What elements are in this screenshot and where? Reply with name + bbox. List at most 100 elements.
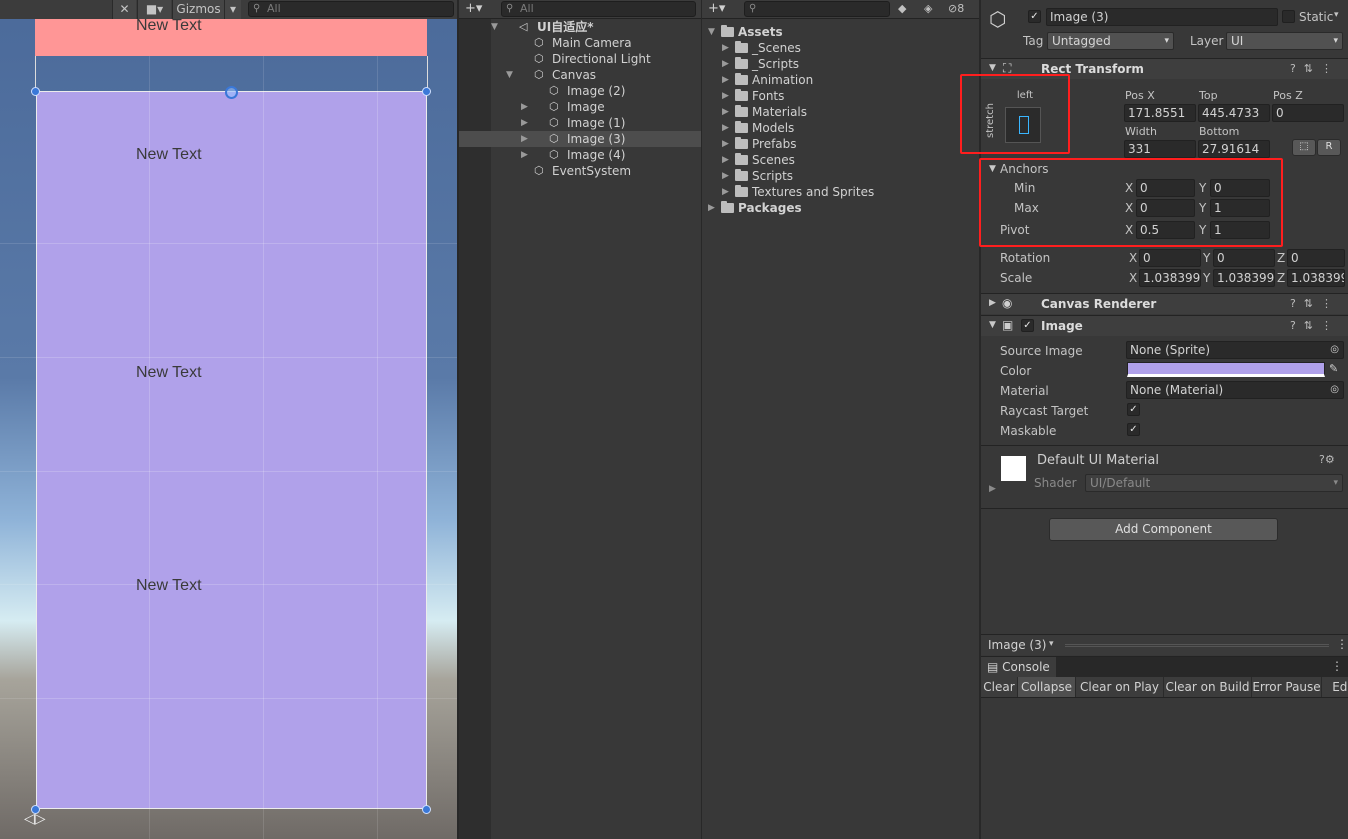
eyedropper-icon[interactable]: ✎ [1329,362,1338,375]
filter-type-icon[interactable]: ◆ [898,2,906,15]
console-clear-on-build-button[interactable]: Clear on Build [1164,677,1252,697]
material-field[interactable]: None (Material) ◎ [1126,381,1344,399]
scene-view[interactable]: ✕ ■▾ Gizmos ▾ ⚲ All New Text New Text New… [0,0,457,839]
component-menu-icons[interactable]: ?⇅⋮ [1290,319,1340,332]
image-component-header[interactable]: ▼ ▣ ✓ Image ?⇅⋮ [981,315,1348,336]
color-swatch[interactable] [1127,362,1325,377]
bottom-field[interactable]: 27.91614 [1198,140,1270,158]
expand-arrow-icon[interactable]: ▼ [708,24,715,40]
hierarchy-item[interactable]: ▶ ⬡ Image [459,99,701,115]
footer-resize-handle[interactable] [1065,644,1329,647]
more-options-icon[interactable]: ⋮ [1336,637,1348,651]
project-folder-item[interactable]: ▶ Packages [702,200,979,216]
hierarchy-item[interactable]: ▶ ⬡ Image (4) [459,147,701,163]
scene-text-label[interactable]: New Text [136,364,202,382]
project-folder-item[interactable]: ▶ Fonts [702,88,979,104]
foldout-arrow-icon[interactable]: ▶ [989,484,996,494]
scene-text-label[interactable]: New Text [136,17,202,35]
hierarchy-item[interactable]: ▶ ⬡ Image (3) [459,131,701,147]
tag-dropdown[interactable]: Untagged ▾ [1047,32,1174,50]
hierarchy-item[interactable]: ▶ ⬡ Image (1) [459,115,701,131]
add-component-button[interactable]: Add Component [1049,518,1278,541]
collapse-arrow-icon[interactable]: ▶ [722,120,729,136]
corner-handle[interactable] [31,87,40,96]
filter-label-icon[interactable]: ◈ [924,2,932,15]
scene-text-label[interactable]: New Text [136,577,202,595]
top-field[interactable]: 445.4733 [1198,104,1270,122]
create-button[interactable]: +▾ [708,0,725,18]
tab-console[interactable]: ▤ Console [981,657,1056,677]
console-clear-button[interactable]: Clear [981,677,1018,697]
project-folder-item[interactable]: ▶ _Scripts [702,56,979,72]
object-name-input[interactable]: Image (3) [1046,8,1278,26]
raw-edit-button[interactable]: R [1317,139,1341,156]
pivot-handle[interactable] [225,86,238,99]
hierarchy-search-input[interactable]: ⚲ All [501,1,696,17]
collapse-arrow-icon[interactable]: ▶ [722,184,729,200]
console-collapse-button[interactable]: Collapse [1018,677,1076,697]
collapse-arrow-icon[interactable]: ▶ [722,88,729,104]
rotation-x-field[interactable]: 0 [1139,249,1201,267]
active-checkbox[interactable]: ✓ [1028,10,1041,23]
tools-button[interactable]: ✕ [112,0,136,19]
gizmos-dropdown[interactable]: ▾ [224,0,241,19]
canvas-renderer-header[interactable]: ▶ ◉ Canvas Renderer ?⇅⋮ [981,293,1348,314]
console-error-pause-button[interactable]: Error Pause [1252,677,1322,697]
project-folder-item[interactable]: ▶ Scripts [702,168,979,184]
hierarchy-item[interactable]: ▼ ⬡ Canvas [459,67,701,83]
project-folder-item[interactable]: ▶ Prefabs [702,136,979,152]
hierarchy-item[interactable]: ⬡ Image (2) [459,83,701,99]
collapse-arrow-icon[interactable]: ▶ [722,40,729,56]
material-menu-icons[interactable]: ?⚙ [1319,453,1335,466]
rotation-z-field[interactable]: 0 [1287,249,1345,267]
width-field[interactable]: 331 [1124,140,1196,158]
hierarchy-item[interactable]: ▼ ◁ UI自适应* [459,19,701,35]
project-folder-item[interactable]: ▶ Textures and Sprites [702,184,979,200]
collapse-arrow-icon[interactable]: ▶ [521,115,528,131]
pos-z-field[interactable]: 0 [1272,104,1344,122]
pos-x-field[interactable]: 171.8551 [1124,104,1196,122]
maskable-checkbox[interactable]: ✓ [1127,423,1140,436]
project-folder-item[interactable]: ▶ Animation [702,72,979,88]
expand-arrow-icon[interactable]: ▼ [491,19,498,35]
scale-z-field[interactable]: 1.038399 [1287,269,1345,287]
project-folder-item[interactable]: ▶ Scenes [702,152,979,168]
scale-y-field[interactable]: 1.038399 [1213,269,1275,287]
hierarchy-item[interactable]: ⬡ Main Camera [459,35,701,51]
more-options-icon[interactable]: ⋮ [1331,659,1343,673]
hierarchy-item[interactable]: ⬡ EventSystem [459,163,701,179]
console-clear-on-play-button[interactable]: Clear on Play [1076,677,1164,697]
ui-image-salmon[interactable] [35,19,427,56]
foldout-arrow-icon[interactable]: ▶ [989,298,996,308]
static-checkbox[interactable] [1282,10,1295,23]
component-menu-icons[interactable]: ?⇅⋮ [1290,62,1340,75]
layer-dropdown[interactable]: UI ▾ [1226,32,1343,50]
foldout-arrow-icon[interactable]: ▼ [989,320,996,330]
scene-search-input[interactable]: ⚲ All [248,1,454,17]
ui-image-purple-selected[interactable] [36,91,427,809]
project-folder-item[interactable]: ▼ Assets [702,24,979,40]
corner-handle[interactable] [422,87,431,96]
console-edi-button[interactable]: Edi [1322,677,1348,697]
collapse-arrow-icon[interactable]: ▶ [521,99,528,115]
hidden-packages-button[interactable]: ⊘8 [948,2,964,15]
collapse-arrow-icon[interactable]: ▶ [722,168,729,184]
project-folder-item[interactable]: ▶ Materials [702,104,979,120]
project-folder-item[interactable]: ▶ Models [702,120,979,136]
collapse-arrow-icon[interactable]: ▶ [708,200,715,216]
collapse-arrow-icon[interactable]: ▶ [722,152,729,168]
collapse-arrow-icon[interactable]: ▶ [521,147,528,163]
collapse-arrow-icon[interactable]: ▶ [521,131,528,147]
collapse-arrow-icon[interactable]: ▶ [722,56,729,72]
rotation-y-field[interactable]: 0 [1213,249,1275,267]
blueprint-mode-button[interactable]: ⬚ [1292,139,1316,156]
caret-down-icon[interactable]: ▾ [1334,10,1339,20]
caret-down-icon[interactable]: ▾ [1049,639,1054,649]
expand-arrow-icon[interactable]: ▼ [506,67,513,83]
shader-dropdown[interactable]: UI/Default ▾ [1085,474,1343,492]
image-enabled-checkbox[interactable]: ✓ [1021,319,1034,332]
scene-text-label[interactable]: New Text [136,146,202,164]
hierarchy-item[interactable]: ⬡ Directional Light [459,51,701,67]
project-folder-item[interactable]: ▶ _Scenes [702,40,979,56]
corner-handle[interactable] [422,805,431,814]
